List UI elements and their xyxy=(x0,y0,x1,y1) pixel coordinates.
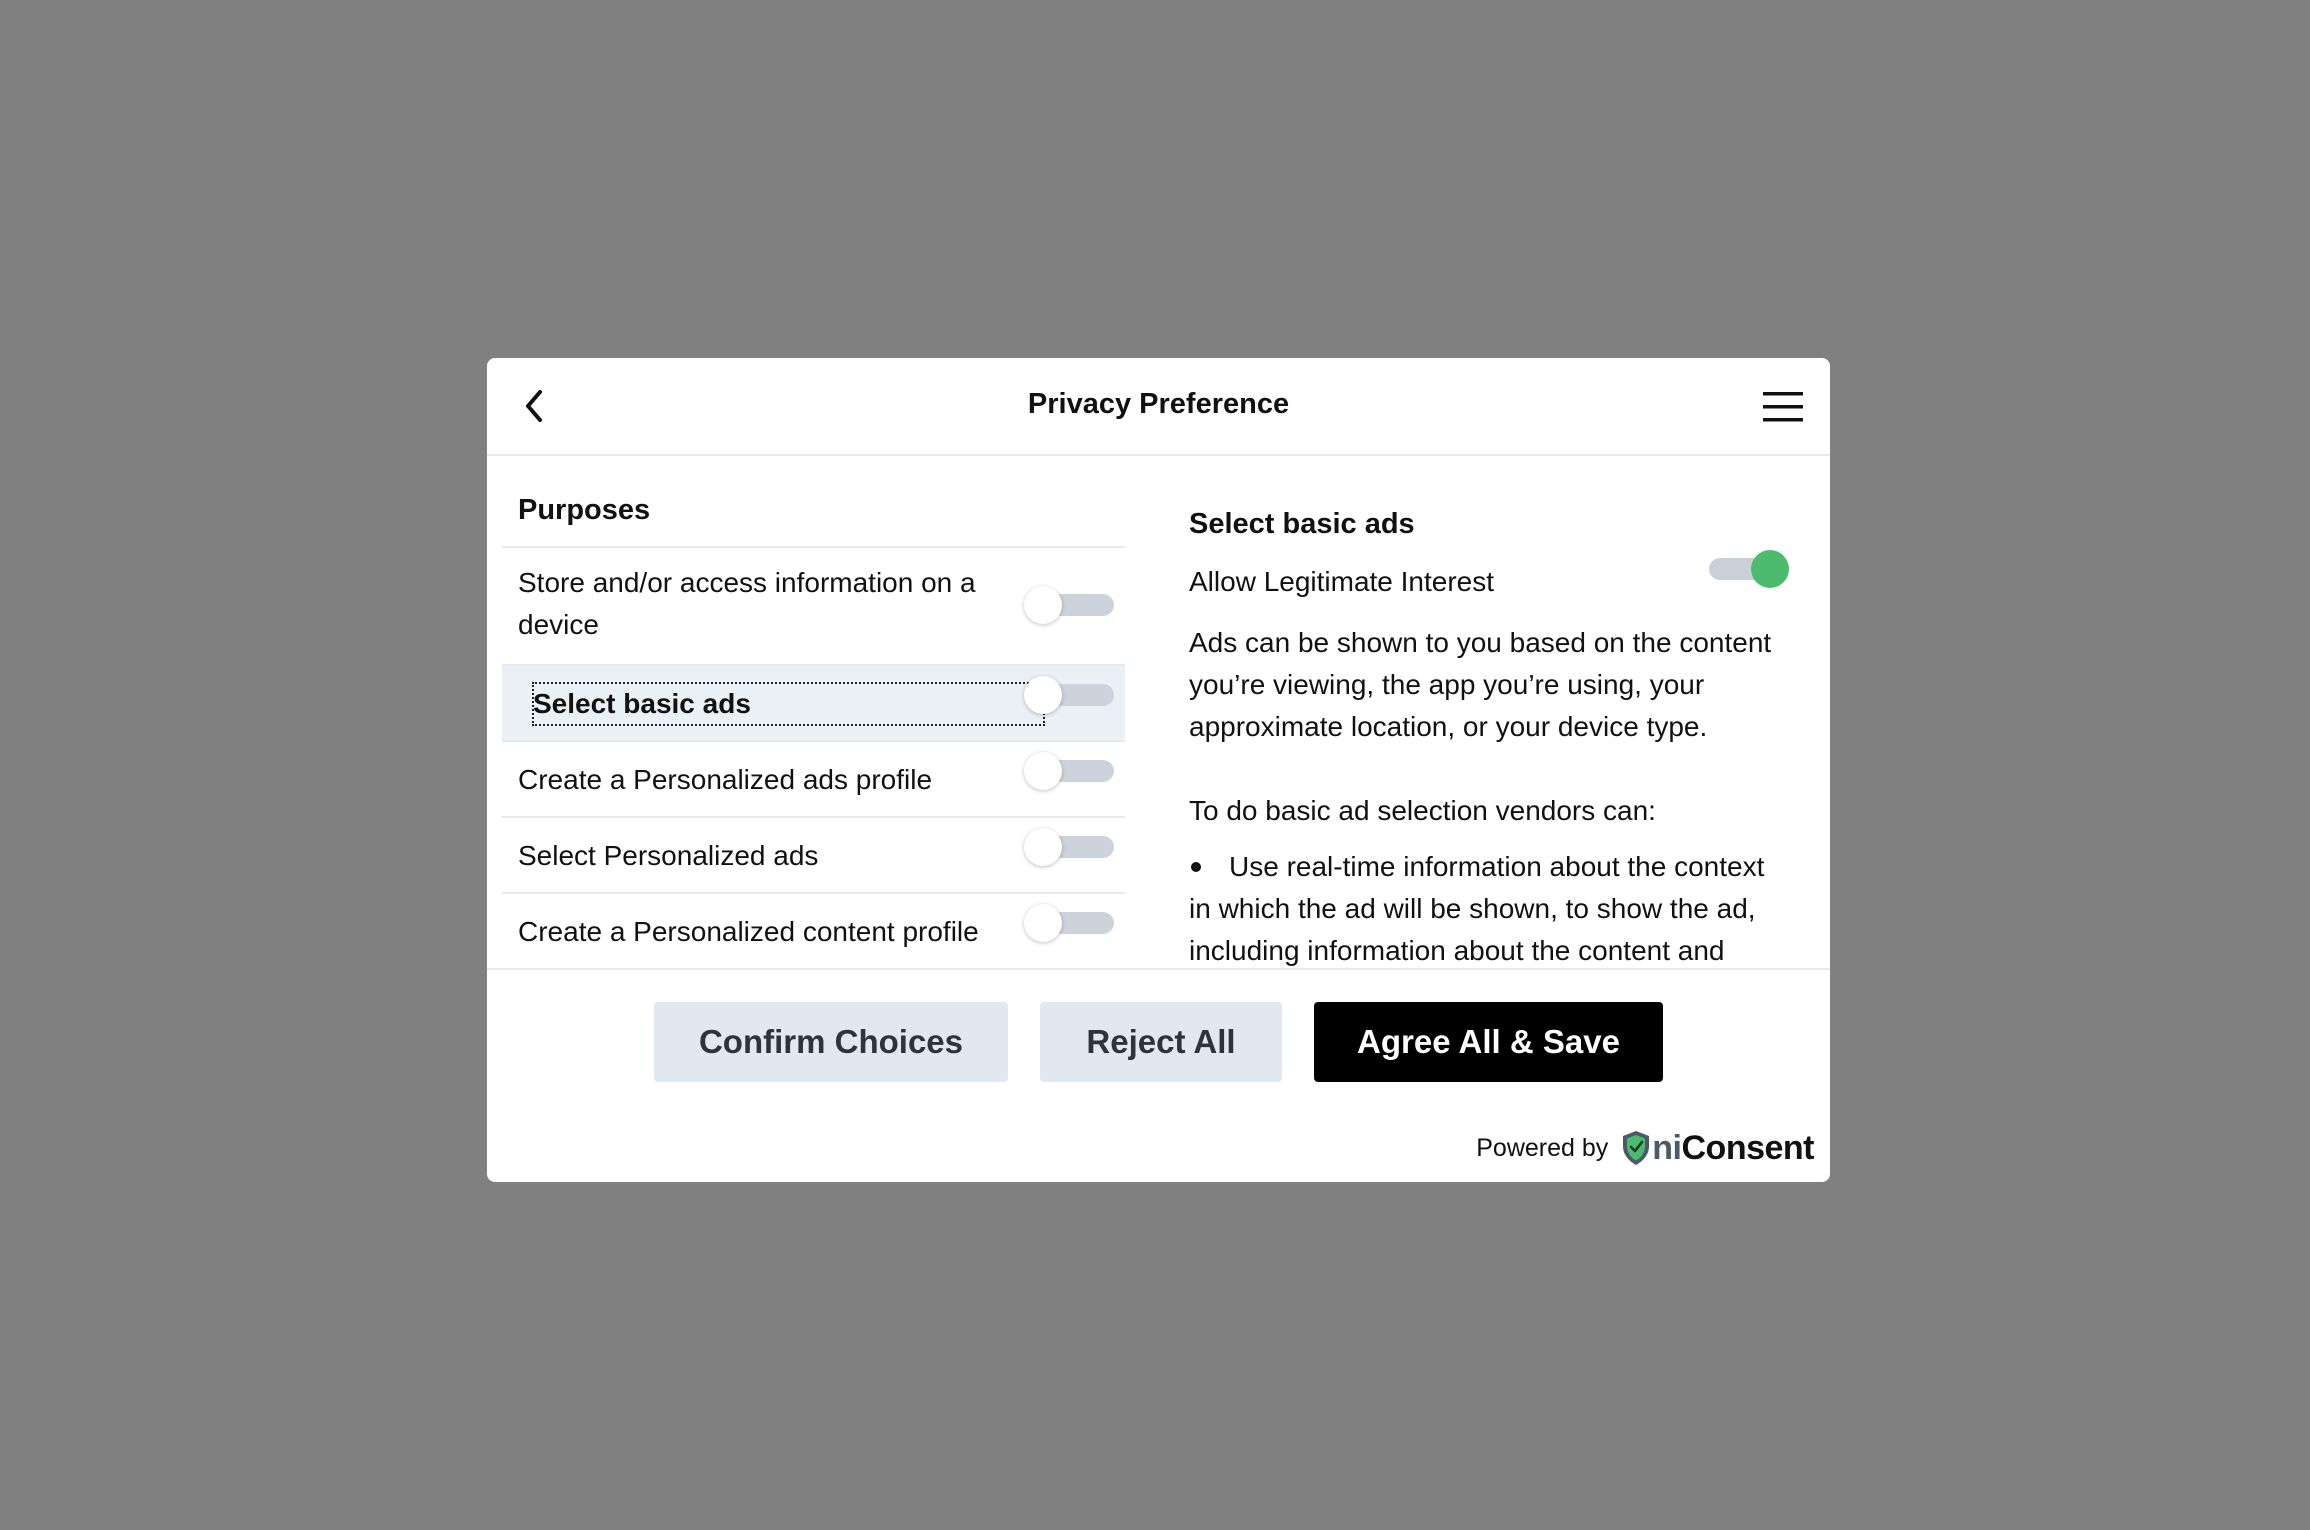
purpose-label: Create a Personalized ads profile xyxy=(518,764,933,795)
detail-bullet-item: Use real-time information about the cont… xyxy=(1189,846,1789,968)
shield-check-icon xyxy=(1623,1131,1650,1165)
dialog-header: Privacy Preference xyxy=(487,358,1830,456)
purpose-toggle-personalized-ads-profile[interactable] xyxy=(1024,752,1114,790)
purposes-heading: Purposes xyxy=(518,494,651,526)
purpose-label: Store and/or access information on a dev… xyxy=(518,567,976,640)
dialog-title: Privacy Preference xyxy=(1027,388,1290,420)
legitimate-interest-label: Allow Legitimate Interest xyxy=(1189,566,1495,597)
detail-title: Select basic ads xyxy=(1189,508,1415,540)
toggle-knob xyxy=(1024,676,1062,714)
dialog-body: Purposes Store and/or access information… xyxy=(487,456,1830,968)
brand-suffix: Consent xyxy=(1681,1128,1815,1167)
purpose-item-store-access[interactable]: Store and/or access information on a dev… xyxy=(502,548,1125,666)
reject-all-button[interactable]: Reject All xyxy=(1040,1002,1282,1082)
purpose-toggle-select-personalized-ads[interactable] xyxy=(1024,828,1114,866)
bullet-icon xyxy=(1191,861,1201,872)
purpose-item-personalized-ads-profile[interactable]: Create a Personalized ads profile xyxy=(502,742,1125,818)
purpose-list: Store and/or access information on a dev… xyxy=(502,548,1125,968)
toggle-knob xyxy=(1024,586,1062,624)
powered-by-footer: Powered by niConsent xyxy=(1476,1128,1814,1168)
toggle-knob xyxy=(1024,752,1062,790)
purpose-toggle-store-access[interactable] xyxy=(1024,586,1114,624)
agree-all-save-button[interactable]: Agree All & Save xyxy=(1314,1002,1663,1082)
purpose-toggle-personalized-content-profile[interactable] xyxy=(1024,904,1114,942)
toggle-knob xyxy=(1024,828,1062,866)
menu-button[interactable] xyxy=(1762,390,1804,424)
confirm-choices-button[interactable]: Confirm Choices xyxy=(654,1002,1008,1082)
toggle-knob xyxy=(1751,550,1789,588)
hamburger-menu-icon xyxy=(1763,392,1803,422)
purpose-toggle-select-basic-ads[interactable] xyxy=(1024,676,1114,714)
divider xyxy=(487,968,1830,970)
purpose-label: Select basic ads xyxy=(533,688,751,719)
purpose-label: Create a Personalized content profile xyxy=(518,916,979,947)
toggle-knob xyxy=(1024,904,1062,942)
brand-prefix: ni xyxy=(1652,1128,1682,1167)
detail-subheading: To do basic ad selection vendors can: xyxy=(1189,795,1656,826)
purpose-item-select-personalized-ads[interactable]: Select Personalized ads xyxy=(502,818,1125,894)
purpose-item-select-basic-ads[interactable]: Select basic ads xyxy=(502,666,1125,742)
uniconsent-logo[interactable]: niConsent xyxy=(1652,1129,1814,1168)
purposes-panel[interactable]: Purposes Store and/or access information… xyxy=(502,456,1125,968)
detail-description: Ads can be shown to you based on the con… xyxy=(1189,627,1772,742)
purpose-label: Select Personalized ads xyxy=(518,840,819,871)
privacy-preference-dialog: Privacy Preference Purposes Store and/or… xyxy=(487,358,1830,1182)
powered-by-label: Powered by xyxy=(1476,1133,1609,1162)
purpose-item-personalized-content-profile[interactable]: Create a Personalized content profile xyxy=(502,894,1125,968)
detail-bullet-text: Use real-time information about the cont… xyxy=(1189,851,1765,966)
purpose-detail-panel[interactable]: Select basic ads Allow Legitimate Intere… xyxy=(1189,456,1799,968)
legitimate-interest-toggle[interactable] xyxy=(1699,550,1789,588)
